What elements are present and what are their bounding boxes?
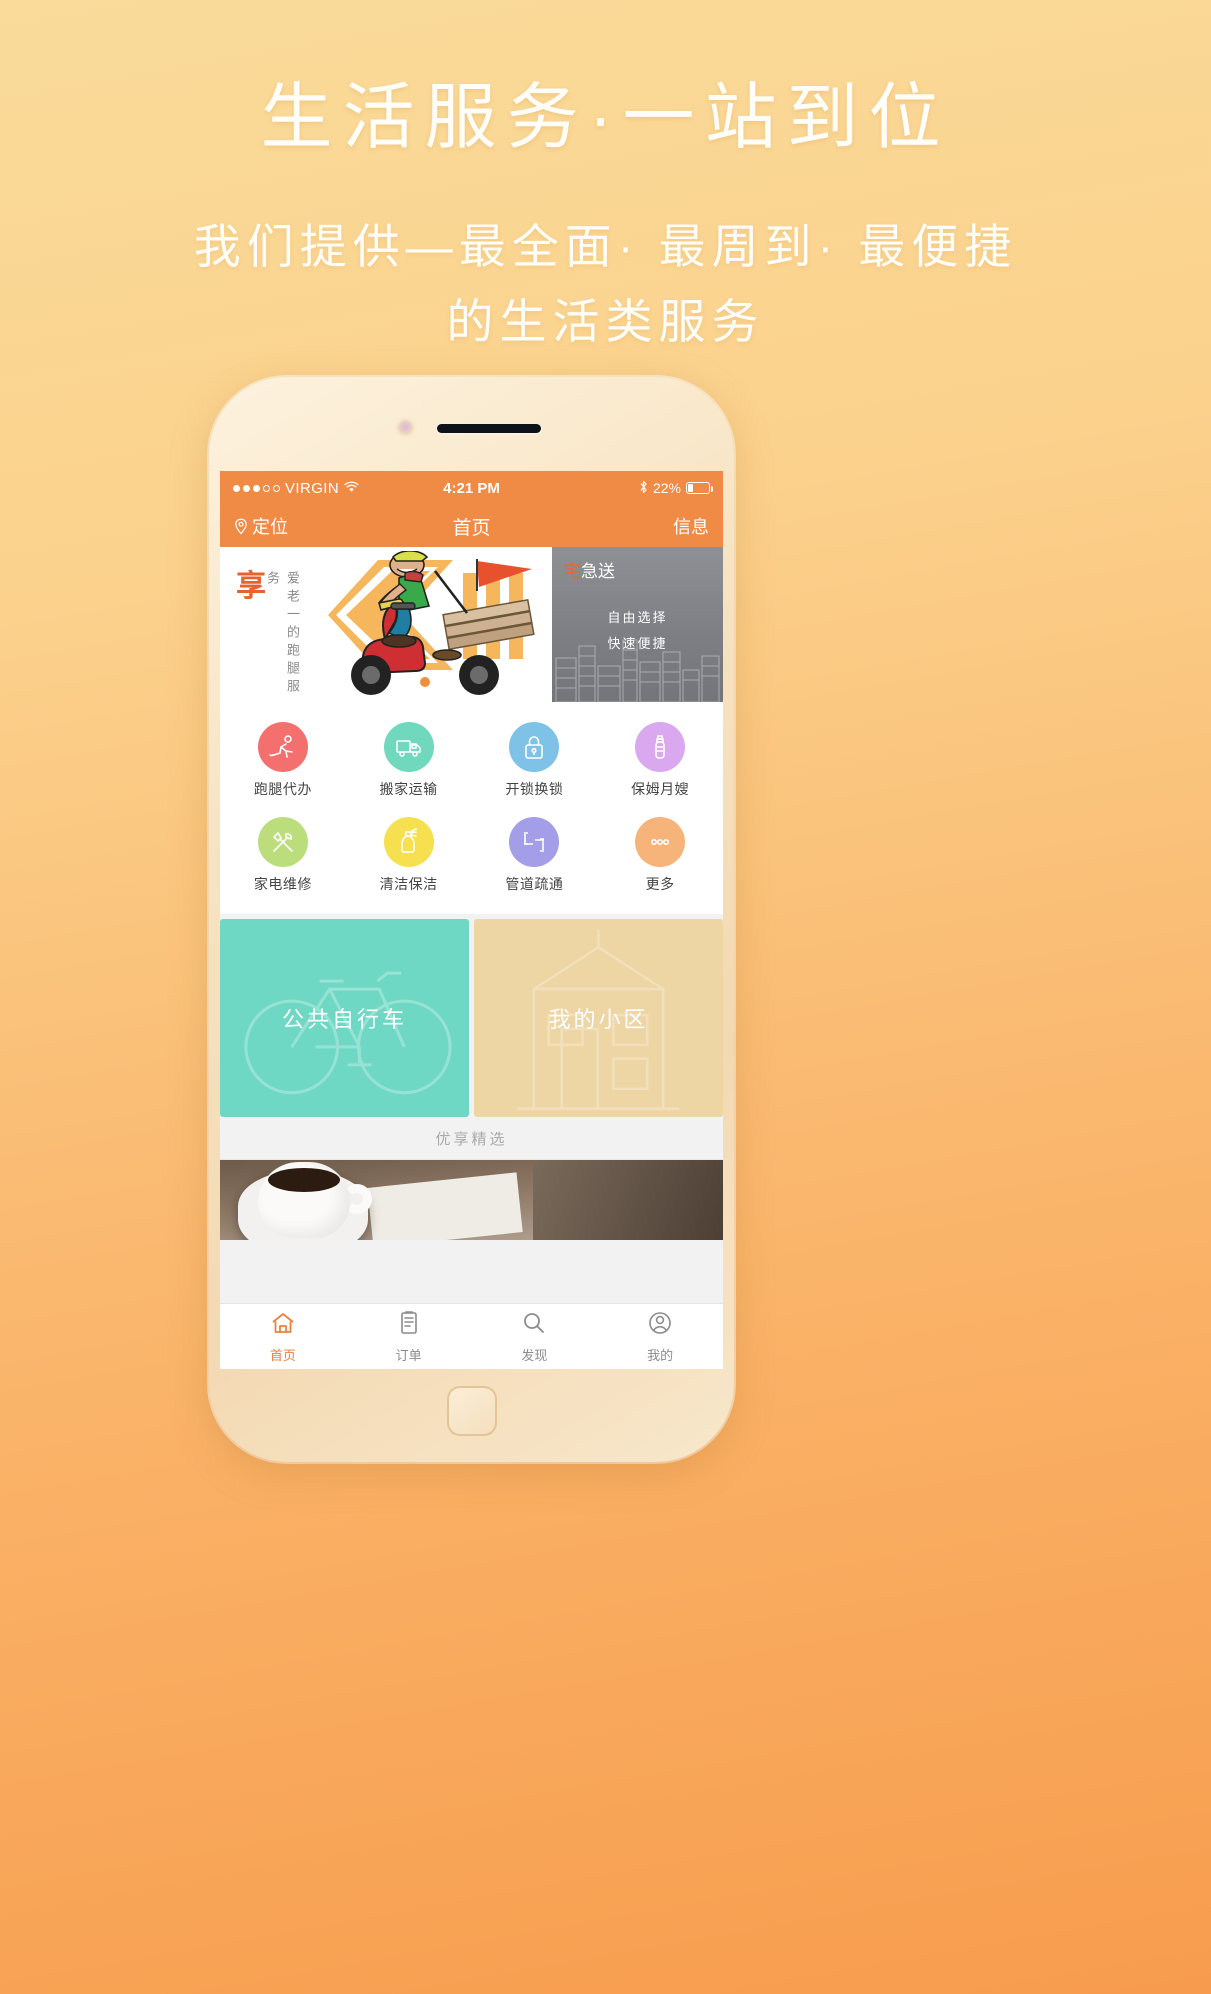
service-label: 搬家运输 [379,781,438,797]
running-person-icon [257,722,308,772]
wifi-icon [344,481,359,496]
status-bar: VIRGIN 4:21 PM 22% [220,471,723,505]
nav-messages-button[interactable]: 信息 [673,513,709,539]
banner-side-title-rest: 急送 [580,562,615,581]
service-item-guandao[interactable]: 管道疏通 [472,809,598,904]
status-bar-right: 22% [639,480,713,497]
photo-coffee-surface [268,1168,340,1192]
tab-label: 发现 [521,1347,548,1363]
tab-label: 我的 [647,1347,674,1363]
service-label: 开锁换锁 [505,781,564,797]
home-button[interactable] [446,1386,497,1436]
coffee-cup-photo[interactable] [220,1160,723,1240]
nav-location-button[interactable]: 定位 [234,513,288,539]
poster-subtitle-line2: 的生活类服务 [446,295,765,348]
banner-main-slide[interactable]: 享 爱老一的跑腿服务 [220,547,552,702]
banner-side-line1: 自由选择 [607,610,668,625]
service-label: 跑腿代办 [253,781,312,797]
phone-top-bezel [209,377,734,477]
phone-bottom-bezel [209,1362,734,1462]
feature-card-label: 公共自行车 [281,1007,407,1032]
section-divider-label: 优享精选 [220,1117,723,1160]
service-item-more[interactable]: 更多 [597,809,723,904]
tab-orders[interactable]: 订单 [346,1310,472,1364]
pipe-icon [509,817,560,867]
tab-label: 订单 [395,1347,422,1363]
user-profile-icon [647,1310,673,1341]
nav-location-label: 定位 [252,517,288,537]
phone-screen: VIRGIN 4:21 PM 22% 定位 首页 信息 享 爱老一的跑腿服务 宅… [220,471,723,1369]
nav-messages-label: 信息 [673,517,709,537]
service-label: 管道疏通 [505,876,564,892]
service-item-qingjie[interactable]: 清洁保洁 [346,809,472,904]
city-skyline-art [552,632,723,702]
feature-card-community[interactable]: 我的小区 [474,919,723,1117]
service-item-paotui[interactable]: 跑腿代办 [220,714,346,809]
photo-table-area [533,1160,723,1240]
padlock-icon [509,722,560,772]
service-item-banjia[interactable]: 搬家运输 [346,714,472,809]
page-title: 生活服务·一站到位 [260,78,951,158]
bottom-tab-bar: 首页 订单 发现 我的 [220,1303,723,1369]
tab-label: 首页 [269,1347,296,1363]
baby-bottle-icon [635,722,686,772]
banner-side-slide[interactable]: 宅急送 自由选择 快速便捷 [551,547,723,702]
service-grid-row-1: 跑腿代办 搬家运输 开锁换锁 保姆月嫂 [220,714,723,809]
service-label: 保姆月嫂 [631,781,690,797]
feature-card-label: 我的小区 [548,1007,649,1032]
status-bar-left: VIRGIN [233,480,359,497]
spray-bottle-icon [383,817,434,867]
banner-side-title-highlight: 宅 [563,562,581,581]
poster-subtitle-line1: 我们提供—最全面· 最周到· 最便捷 [193,220,1018,273]
battery-icon [686,482,713,494]
app-nav-bar: 定位 首页 信息 [220,505,723,547]
scooter-delivery-illustration [327,550,542,699]
front-camera-icon [399,421,412,434]
service-grid: 跑腿代办 搬家运输 开锁换锁 保姆月嫂 家电维修 清洁保洁 管道疏通 更多 [220,702,723,914]
battery-percent-label: 22% [652,480,681,496]
earpiece-speaker [437,424,541,433]
service-item-baomu[interactable]: 保姆月嫂 [597,714,723,809]
service-item-kaisuo[interactable]: 开锁换锁 [472,714,598,809]
photo-napkin [367,1172,523,1240]
tools-icon [257,817,308,867]
feature-card-bike[interactable]: 公共自行车 [220,919,469,1117]
location-pin-icon [234,518,248,535]
feature-cards: 公共自行车 我的小区 [220,914,723,1117]
tab-mine[interactable]: 我的 [597,1310,723,1364]
ellipsis-icon [635,817,686,867]
service-label: 清洁保洁 [379,876,438,892]
order-list-icon [396,1310,422,1341]
home-icon [270,1310,296,1341]
banner-side-title: 宅急送 [564,557,615,582]
service-grid-row-2: 家电维修 清洁保洁 管道疏通 更多 [220,809,723,904]
magnifier-icon [521,1310,547,1341]
moving-truck-icon [383,722,434,772]
service-label: 更多 [645,876,675,892]
nav-title: 首页 [452,517,491,539]
service-label: 家电维修 [253,876,312,892]
phone-mockup: VIRGIN 4:21 PM 22% 定位 首页 信息 享 爱老一的跑腿服务 宅… [209,377,734,1462]
banner-vertical-text: 爱老一的跑腿服务 [265,571,300,697]
bluetooth-icon [639,480,648,497]
signal-strength-icon [233,484,280,492]
service-item-jiadian[interactable]: 家电维修 [220,809,346,904]
tab-home[interactable]: 首页 [220,1310,346,1364]
carrier-label: VIRGIN [285,479,340,497]
promo-banner: 享 爱老一的跑腿服务 宅急送 自由选择 快速便捷 [220,547,723,702]
tab-discover[interactable]: 发现 [472,1310,598,1364]
